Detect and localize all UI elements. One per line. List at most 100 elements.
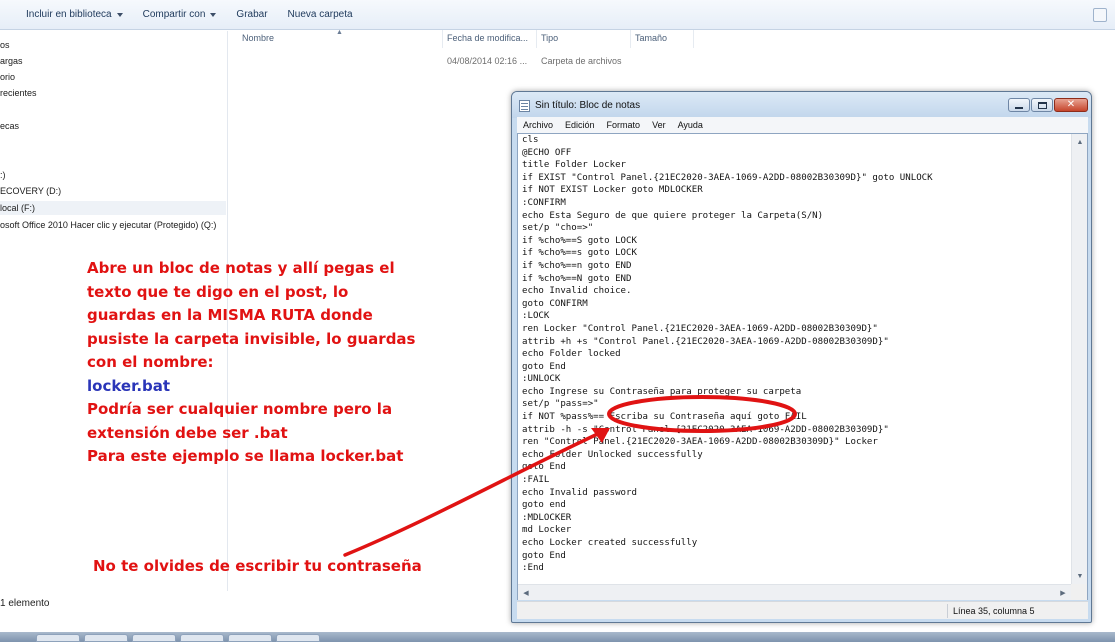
scroll-left-icon[interactable]: ◀ — [518, 585, 534, 601]
code-line: set/p "pass=>" — [522, 399, 599, 410]
menu-bar: Archivo Edición Formato Ver Ayuda — [517, 117, 1088, 133]
taskbar-button[interactable] — [180, 634, 224, 642]
code-line: goto CONFIRM — [522, 298, 588, 309]
close-icon: ✕ — [1066, 99, 1076, 110]
menu-ver[interactable]: Ver — [646, 120, 672, 130]
nav-item[interactable]: os — [0, 38, 10, 52]
code-line: if %cho%==S goto LOCK — [522, 235, 637, 246]
menu-ayuda[interactable]: Ayuda — [672, 120, 709, 130]
annotation-line: Para este ejemplo se llama locker.bat — [87, 447, 404, 465]
taskbar-button[interactable] — [84, 634, 128, 642]
maximize-button[interactable] — [1031, 98, 1053, 112]
code-line: echo Invalid password — [522, 487, 637, 498]
taskbar-button[interactable] — [228, 634, 272, 642]
nav-item[interactable]: ECOVERY (D:) — [0, 184, 61, 198]
menu-formato[interactable]: Formato — [601, 120, 647, 130]
code-line: cls — [522, 135, 539, 145]
scroll-down-icon[interactable]: ▼ — [1072, 568, 1088, 584]
menu-edicion[interactable]: Edición — [559, 120, 601, 130]
include-library-button[interactable]: Incluir en biblioteca — [16, 4, 133, 26]
item-count: 1 elemento — [0, 598, 50, 609]
include-library-label: Incluir en biblioteca — [26, 9, 112, 20]
code-line: echo Ingrese su Contraseña para proteger… — [522, 386, 802, 397]
explorer-toolbar: Incluir en biblioteca Compartir con Grab… — [0, 0, 1115, 30]
annotation-filename: locker.bat — [87, 377, 171, 395]
nav-item[interactable]: orio — [0, 70, 15, 84]
code-line: echo Folder Unlocked successfully — [522, 449, 703, 460]
annotation-line: Podría ser cualquier nombre pero la — [87, 400, 393, 418]
cursor-position: Línea 35, columna 5 — [953, 606, 1035, 616]
column-divider[interactable] — [442, 30, 443, 48]
text-editor[interactable]: cls @ECHO OFF title Folder Locker if EXIST … — [517, 133, 1088, 600]
menu-archivo[interactable]: Archivo — [517, 120, 559, 130]
annotation-line: extensión debe ser .bat — [87, 424, 288, 442]
code-line: :End — [522, 563, 544, 574]
column-header-modified[interactable]: Fecha de modifica... — [447, 33, 528, 43]
code-line: :CONFIRM — [522, 197, 566, 208]
annotation-line: texto que te digo en el post, lo — [87, 283, 349, 301]
code-line: :LOCK — [522, 311, 550, 322]
window-title: Sin título: Bloc de notas — [535, 100, 641, 111]
nav-item[interactable]: :) — [0, 168, 6, 182]
code-line: :FAIL — [522, 475, 550, 486]
new-folder-button[interactable]: Nueva carpeta — [278, 4, 363, 26]
minimize-button[interactable] — [1008, 98, 1030, 112]
column-divider[interactable] — [536, 30, 537, 48]
nav-item[interactable]: argas — [0, 54, 23, 68]
chevron-down-icon — [210, 12, 217, 17]
column-header-size[interactable]: Tamaño — [635, 33, 667, 43]
column-header-type[interactable]: Tipo — [541, 33, 558, 43]
code-line: if NOT EXIST Locker goto MDLOCKER — [522, 185, 703, 196]
code-line: goto End — [522, 361, 566, 372]
editor-content[interactable]: cls @ECHO OFF title Folder Locker if EXIST … — [522, 134, 1067, 580]
code-line: ren Locker "Control Panel.{21EC2020-3AEA… — [522, 323, 878, 334]
annotation-line: con el nombre: — [87, 353, 214, 371]
code-line: if %cho%==N goto END — [522, 273, 632, 284]
code-line: echo Folder locked — [522, 349, 621, 360]
scroll-up-icon[interactable]: ▲ — [1072, 134, 1088, 150]
statusbar-divider — [947, 604, 948, 618]
maximize-icon — [1037, 101, 1047, 109]
code-line: @ECHO OFF — [522, 147, 572, 158]
nav-item[interactable]: recientes — [0, 86, 37, 100]
code-line: set/p "cho=>" — [522, 223, 594, 234]
taskbar-button[interactable] — [36, 634, 80, 642]
column-divider[interactable] — [693, 30, 694, 48]
horizontal-scrollbar[interactable]: ◀ ▶ — [518, 584, 1071, 600]
burn-button[interactable]: Grabar — [226, 4, 277, 26]
notepad-statusbar: Línea 35, columna 5 — [517, 601, 1088, 619]
code-line: echo Locker created successfully — [522, 538, 698, 548]
scroll-right-icon[interactable]: ▶ — [1055, 585, 1071, 601]
annotation-line: guardas en la MISMA RUTA donde — [87, 306, 373, 324]
sort-arrow-icon: ▲ — [336, 29, 343, 36]
file-row-type[interactable]: Carpeta de archivos — [541, 56, 622, 66]
share-with-button[interactable]: Compartir con — [133, 4, 227, 26]
column-header-name[interactable]: Nombre — [242, 33, 274, 43]
code-line: if NOT %pass%== Escriba su Contraseña aq… — [522, 412, 807, 423]
annotation-line: pusiste la carpeta invisible, lo guardas — [87, 330, 416, 348]
code-line: if %cho%==n goto END — [522, 260, 632, 271]
annotation-password-reminder: No te olvides de escribir tu contraseña — [93, 557, 422, 575]
vertical-scrollbar[interactable]: ▲ ▼ — [1071, 134, 1087, 584]
code-line: md Locker — [522, 525, 572, 536]
scrollbar-corner — [1071, 584, 1087, 600]
code-line: if %cho%==s goto LOCK — [522, 248, 637, 259]
code-line: attrib -h -s "Control Panel.{21EC2020-3A… — [522, 424, 889, 435]
nav-item[interactable]: ecas — [0, 119, 19, 133]
minimize-icon — [1015, 106, 1023, 109]
notepad-titlebar[interactable]: Sin título: Bloc de notas ✕ — [512, 92, 1091, 118]
nav-item[interactable]: osoft Office 2010 Hacer clic y ejecutar … — [0, 218, 216, 232]
code-line: if EXIST "Control Panel.{21EC2020-3AEA-1… — [522, 172, 933, 183]
notepad-window: Sin título: Bloc de notas ✕ Archivo Edic… — [511, 91, 1092, 623]
column-divider[interactable] — [630, 30, 631, 48]
burn-label: Grabar — [236, 9, 268, 20]
nav-item-selected[interactable]: local (F:) — [0, 201, 226, 215]
file-row-modified[interactable]: 04/08/2014 02:16 ... — [447, 56, 527, 66]
close-button[interactable]: ✕ — [1054, 98, 1088, 112]
change-view-icon[interactable] — [1093, 8, 1107, 22]
new-folder-label: Nueva carpeta — [287, 9, 353, 20]
code-line: goto end — [522, 500, 566, 511]
taskbar-button[interactable] — [276, 634, 320, 642]
code-line: echo Esta Seguro de que quiere proteger … — [522, 210, 824, 221]
taskbar-button[interactable] — [132, 634, 176, 642]
